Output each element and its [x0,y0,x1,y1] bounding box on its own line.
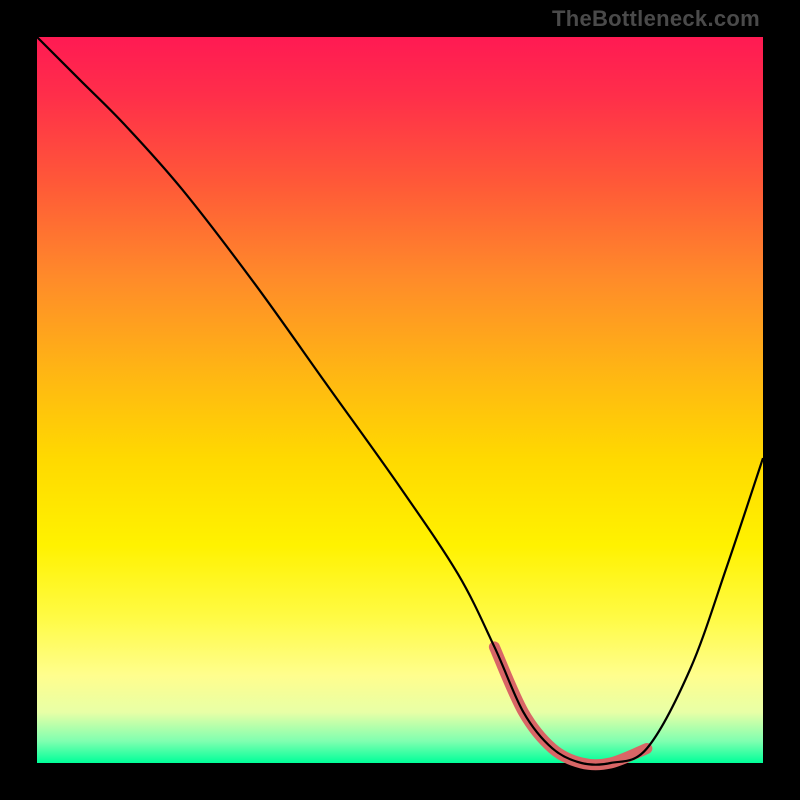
chart-frame: TheBottleneck.com [0,0,800,800]
plot-area [37,37,763,763]
watermark-text: TheBottleneck.com [552,6,760,32]
bottleneck-curve [37,37,763,763]
curve-line [37,37,763,765]
trough-marker [494,647,646,765]
